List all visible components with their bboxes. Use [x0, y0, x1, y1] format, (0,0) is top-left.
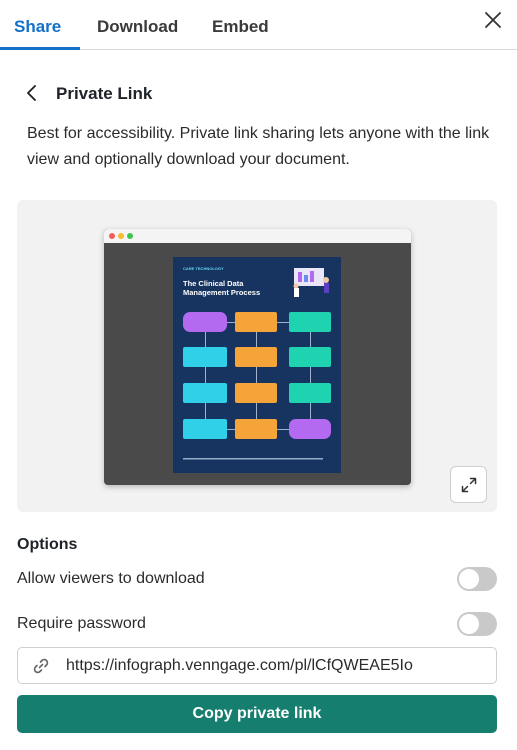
chevron-left-icon[interactable] — [24, 84, 40, 102]
toggle-knob — [459, 569, 479, 589]
flow-step — [289, 419, 331, 439]
preview-window: CARE TECHNOLOGY The Clinical Data Manage… — [104, 229, 411, 485]
flow-connector — [205, 332, 206, 347]
allow-download-toggle[interactable] — [457, 567, 497, 591]
preview-window-bar — [104, 229, 411, 243]
thumbnail-title: The Clinical Data Management Process — [183, 279, 261, 297]
flow-step — [235, 383, 277, 403]
flow-connector — [256, 332, 257, 347]
description-text: Best for accessibility. Private link sha… — [27, 125, 490, 168]
document-preview: CARE TECHNOLOGY The Clinical Data Manage… — [17, 200, 497, 512]
tab-embed[interactable]: Embed — [212, 17, 269, 37]
flow-connector — [227, 429, 235, 430]
thumbnail-footer — [183, 457, 333, 462]
thumbnail-illustration — [293, 268, 329, 297]
flow-connector — [256, 403, 257, 419]
flow-step — [235, 347, 277, 367]
expand-icon — [461, 477, 477, 493]
active-tab-indicator — [0, 47, 80, 50]
copy-private-link-button[interactable]: Copy private link — [17, 695, 497, 733]
flow-connector — [227, 322, 235, 323]
flow-connector — [277, 322, 289, 323]
toggle-knob — [459, 614, 479, 634]
flow-step — [289, 383, 331, 403]
flow-connector — [310, 332, 311, 347]
flow-step — [183, 312, 227, 332]
flow-step — [289, 312, 331, 332]
window-dot-yellow — [118, 233, 124, 239]
thumbnail-brand: CARE TECHNOLOGY — [183, 266, 224, 271]
flow-step — [183, 419, 227, 439]
tab-download[interactable]: Download — [97, 17, 178, 37]
private-link-field[interactable]: https://infograph.venngage.com/pl/lCfQWE… — [17, 647, 497, 684]
flow-connector — [205, 403, 206, 419]
flow-step — [183, 383, 227, 403]
tab-share[interactable]: Share — [14, 17, 61, 37]
close-icon[interactable] — [481, 8, 505, 32]
infographic-thumbnail: CARE TECHNOLOGY The Clinical Data Manage… — [173, 257, 341, 473]
flow-connector — [277, 429, 289, 430]
options-heading: Options — [17, 536, 78, 553]
flow-connector — [310, 367, 311, 383]
flow-connector — [310, 403, 311, 419]
private-link-url: https://infograph.venngage.com/pl/lCfQWE… — [66, 657, 413, 674]
share-tabs: Share Download Embed — [0, 0, 517, 50]
flow-step — [235, 312, 277, 332]
window-dot-green — [127, 233, 133, 239]
page-title: Private Link — [56, 84, 153, 103]
require-password-toggle[interactable] — [457, 612, 497, 636]
flow-step — [235, 419, 277, 439]
require-password-label: Require password — [17, 615, 146, 632]
expand-preview-button[interactable] — [450, 466, 487, 503]
flow-connector — [205, 367, 206, 383]
window-dot-red — [109, 233, 115, 239]
flow-connector — [256, 367, 257, 383]
flow-step — [183, 347, 227, 367]
link-icon — [33, 658, 49, 674]
allow-download-label: Allow viewers to download — [17, 570, 205, 587]
flow-step — [289, 347, 331, 367]
